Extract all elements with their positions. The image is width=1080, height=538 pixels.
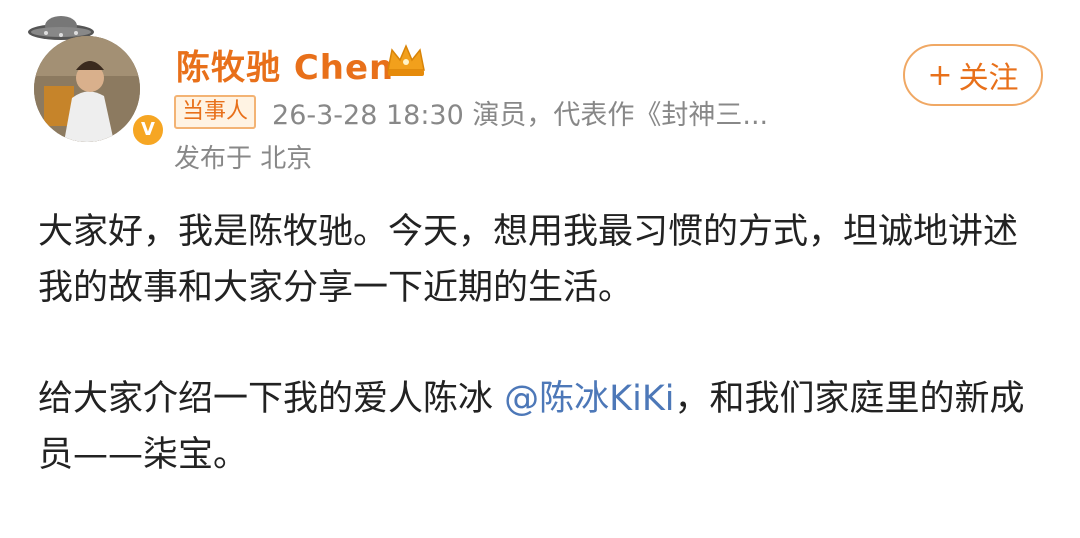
paragraph-1: 大家好，我是陈牧驰。今天，想用我最习惯的方式，坦诚地讲述我的故事和大家分享一下近… xyxy=(38,212,1019,308)
paragraph-2: 给大家介绍一下我的爱人陈冰 @陈冰KiKi，和我们家庭里的新成员——柒宝。 xyxy=(38,371,1048,483)
crown-icon xyxy=(387,44,425,76)
post-meta: 26-3-28 18:30 演员，代表作《封神三... xyxy=(272,99,769,131)
weibo-post: V 陈牧驰 Chen + 关注 当事人 26-3-28 18:30 演员，代表作… xyxy=(0,0,1080,516)
follow-label: 关注 xyxy=(958,61,1019,96)
post-location: 发布于 北京 xyxy=(174,144,313,174)
mention-link[interactable]: @陈冰KiKi xyxy=(504,379,674,419)
follow-button[interactable]: + 关注 xyxy=(903,44,1043,106)
verified-v-icon: V xyxy=(130,112,166,148)
status-badge: 当事人 xyxy=(174,95,257,129)
plus-icon: + xyxy=(927,57,953,93)
avatar-area[interactable]: V xyxy=(26,8,166,148)
username[interactable]: 陈牧驰 Chen xyxy=(176,40,394,89)
post-content: 大家好，我是陈牧驰。今天，想用我最习惯的方式，坦诚地讲述我的故事和大家分享一下近… xyxy=(38,204,1048,538)
avatar[interactable] xyxy=(34,36,140,142)
avatar-photo xyxy=(34,36,140,142)
meta-row: 当事人 26-3-28 18:30 演员，代表作《封神三... xyxy=(174,94,769,131)
paragraph-2-before: 给大家介绍一下我的爱人陈冰 xyxy=(38,379,505,419)
